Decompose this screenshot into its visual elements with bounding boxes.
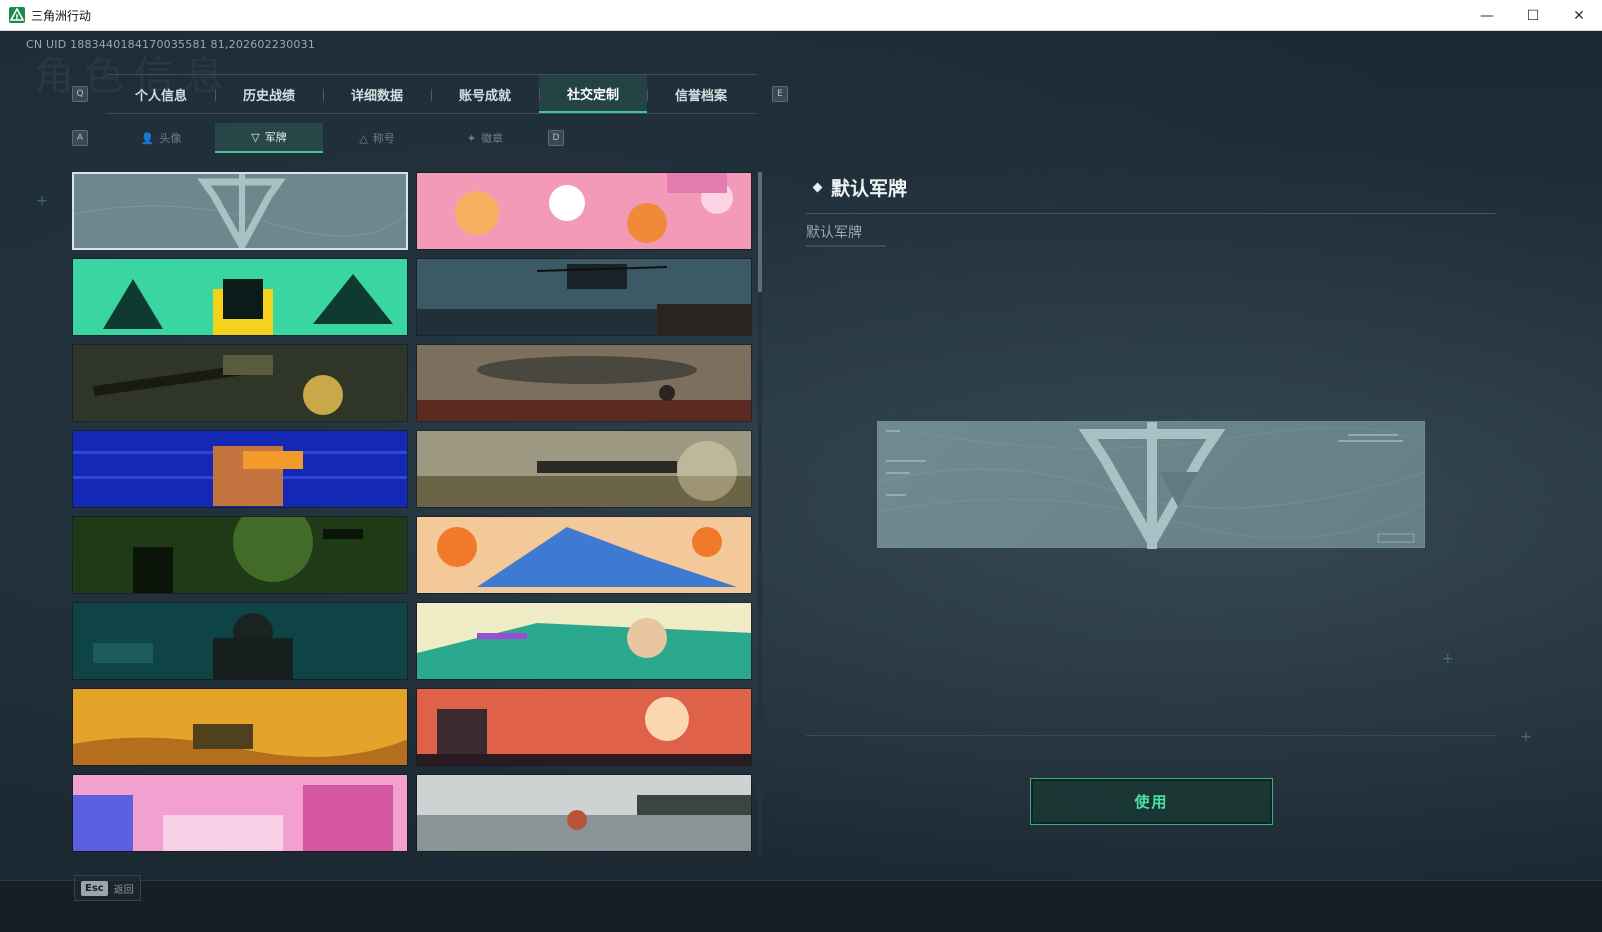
tab-4[interactable]: 社交定制	[539, 75, 647, 113]
detail-title-text: 默认军牌	[831, 178, 908, 200]
dogtag-card-weapons-table[interactable]	[72, 344, 408, 422]
close-button[interactable]: ✕	[1556, 0, 1602, 31]
dogtag-art-beach-sunset	[417, 775, 751, 851]
minimize-button[interactable]: —	[1464, 0, 1510, 31]
tab-3[interactable]: 账号成就	[431, 75, 539, 113]
subtab-label: 军牌	[264, 131, 287, 144]
esc-key-hint: Esc	[81, 880, 108, 896]
dogtag-card-desert-surreal[interactable]	[72, 688, 408, 766]
panel-bottom-divider	[806, 735, 1496, 736]
bottom-bar	[0, 880, 1602, 932]
window-title: 三角洲行动	[31, 8, 92, 23]
main-tab-bar: Q 个人信息 历史战绩 详细数据 账号成就 社交定制 信誉档案 E	[72, 74, 792, 114]
game-screen: 角色信息 CN UID 1883440184170035581 81,20260…	[0, 31, 1602, 932]
detail-subtitle: 默认军牌	[806, 225, 862, 241]
diamond-bullet-icon	[812, 182, 823, 193]
dogtag-art-orange-blue-art	[417, 517, 751, 593]
dogtag-card-green-hands[interactable]	[72, 258, 408, 336]
dogtag-card-pink-city[interactable]	[72, 774, 408, 852]
window-titlebar: 三角洲行动 — ☐ ✕	[0, 0, 1602, 31]
dogtag-art-green-hands	[73, 259, 407, 335]
person-icon: 👤	[140, 131, 155, 145]
next-subtab-key-hint[interactable]: D	[548, 130, 564, 146]
dogtag-card-sunset-girl[interactable]	[416, 688, 752, 766]
dogtag-card-orange-blue-art[interactable]	[416, 516, 752, 594]
back-label: 返回	[113, 884, 134, 896]
dogtag-preview	[877, 421, 1427, 553]
sub-tabs: 👤 头像 ▽ 军牌 △ 称号 ✦ 徽章	[107, 123, 539, 153]
use-button[interactable]: 使用	[1030, 778, 1273, 825]
dogtag-art-sniper-desert	[417, 431, 751, 507]
default-dogtag-preview-graphic	[877, 422, 1427, 553]
dogtag-art-pink-cats	[417, 173, 751, 249]
maximize-button[interactable]: ☐	[1510, 0, 1556, 31]
prev-subtab-key-hint[interactable]: A	[72, 130, 88, 146]
dogtag-art-weapons-table	[73, 345, 407, 421]
dogtag-card-beach-sunset[interactable]	[416, 774, 752, 852]
prev-tab-key-hint[interactable]: Q	[72, 86, 88, 102]
dogtag-card-blue-glitch-vr[interactable]	[72, 430, 408, 508]
back-button[interactable]: Esc 返回	[74, 875, 141, 901]
next-tab-key-hint[interactable]: E	[772, 86, 788, 102]
crosshair-decoration-icon: +	[36, 193, 48, 209]
detail-progress-bar	[806, 245, 886, 247]
subtab-label: 头像	[159, 132, 182, 145]
main-tabs: 个人信息 历史战绩 详细数据 账号成就 社交定制 信誉档案	[107, 74, 757, 114]
subtab-label: 称号	[372, 132, 395, 145]
subtab-2[interactable]: △ 称号	[323, 123, 431, 153]
dogtag-art-helicopter-storm	[417, 259, 751, 335]
dogtag-grid	[72, 172, 762, 855]
dogtag-art-default-tag	[74, 174, 406, 248]
subtab-1[interactable]: ▽ 军牌	[215, 123, 323, 153]
dogtag-card-music-headphones[interactable]	[416, 602, 752, 680]
crosshair-decoration-icon: +	[1520, 729, 1532, 745]
crosshair-decoration-icon: +	[1442, 651, 1454, 667]
badge-icon: ✦	[466, 131, 477, 145]
detail-decoration-text: · · · · ·	[806, 148, 838, 157]
dogtag-art-bomber-poppies	[417, 345, 751, 421]
grid-scrollbar[interactable]	[758, 172, 762, 855]
dogtag-art-blue-glitch-vr	[73, 431, 407, 507]
dogtag-icon: ▽	[251, 130, 260, 144]
tab-0[interactable]: 个人信息	[107, 75, 215, 113]
subtab-3[interactable]: ✦ 徽章	[431, 123, 539, 153]
player-uid: CN UID 1883440184170035581 81,2026022300…	[26, 38, 316, 51]
grid-scrollbar-thumb[interactable]	[758, 172, 762, 292]
dogtag-card-night-vision[interactable]	[72, 516, 408, 594]
tab-2[interactable]: 详细数据	[323, 75, 431, 113]
dogtag-art-pink-city	[73, 775, 407, 851]
detail-title: 默认军牌	[806, 174, 907, 201]
tab-5[interactable]: 信誉档案	[647, 75, 755, 113]
dogtag-card-pink-cats[interactable]	[416, 172, 752, 250]
dogtag-art-music-headphones	[417, 603, 751, 679]
detail-divider	[806, 213, 1496, 214]
subtab-label: 徽章	[481, 132, 504, 145]
dogtag-art-sunset-girl	[417, 689, 751, 765]
subtab-0[interactable]: 👤 头像	[107, 123, 215, 153]
dogtag-art-desert-surreal	[73, 689, 407, 765]
tab-1[interactable]: 历史战绩	[215, 75, 323, 113]
dogtag-card-helicopter-storm[interactable]	[416, 258, 752, 336]
dogtag-art-night-vision	[73, 517, 407, 593]
dogtag-card-teal-gym[interactable]	[72, 602, 408, 680]
dogtag-card-bomber-poppies[interactable]	[416, 344, 752, 422]
dogtag-card-default-tag[interactable]	[72, 172, 408, 250]
title-icon: △	[359, 131, 368, 145]
app-logo-icon	[9, 7, 25, 23]
sub-tab-bar: A 👤 头像 ▽ 军牌 △ 称号 ✦ 徽章 D	[72, 123, 572, 153]
dogtag-art-teal-gym	[73, 603, 407, 679]
dogtag-card-sniper-desert[interactable]	[416, 430, 752, 508]
